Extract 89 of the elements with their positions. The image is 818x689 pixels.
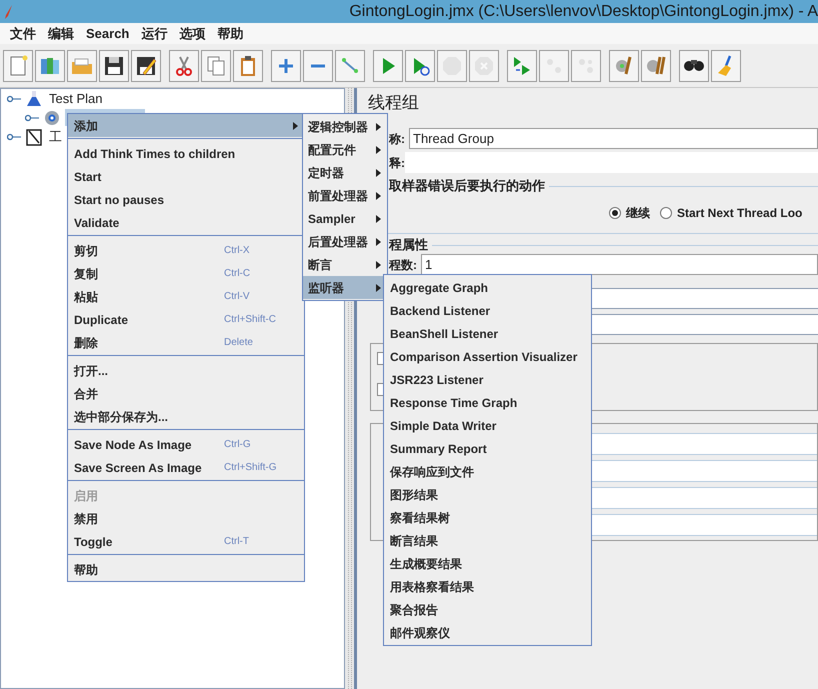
text-field[interactable] [592,460,817,482]
menu[interactable]: Search [80,24,136,44]
menu-item[interactable]: Validate [68,211,304,234]
menu-item[interactable]: 用表格察看结果 [384,575,591,598]
group-title: 程属性 [389,236,428,254]
field-label: 释: [389,154,405,172]
menu-item[interactable]: Sampler [303,207,387,230]
menu-item[interactable]: 生成概要结果 [384,552,591,575]
menu-item[interactable]: Start no pauses [68,188,304,211]
menu-item[interactable]: 邮件观察仪 [384,621,591,644]
menu-item[interactable]: 合并 [68,382,304,405]
toolbar-button[interactable] [233,50,263,82]
group-title: 取样器错误后要执行的动作 [389,177,545,196]
text-field[interactable] [592,514,817,536]
tree-handle-icon[interactable] [7,94,21,104]
text-field[interactable] [592,487,817,509]
menu-item[interactable]: 帮助 [68,558,304,581]
submenu-arrow-icon [376,214,381,222]
menu-item[interactable]: JSR223 Listener [384,368,591,391]
submenu-arrow-icon [376,260,381,268]
radio-button[interactable]: 继续 [609,204,650,222]
menu-item[interactable]: 逻辑控制器 [303,115,387,138]
field-label: 称: [389,130,405,148]
menu-item[interactable]: 打开... [68,359,304,382]
menu-item[interactable]: 剪切 Ctrl-X [68,239,304,262]
menu-item[interactable]: 添加 [68,114,304,137]
menu-item[interactable]: Backend Listener [384,299,591,322]
submenu-arrow-icon [376,192,381,200]
menu-item[interactable]: 前置处理器 [303,184,387,207]
menu[interactable]: 文件 [4,24,42,44]
notepad-icon [25,128,43,146]
menu-item[interactable]: 后置处理器 [303,230,387,253]
menu-item[interactable]: 选中部分保存为... [68,405,304,428]
menu-item[interactable]: Add Think Times to children [68,142,304,165]
menu-item[interactable]: Duplicate Ctrl+Shift-C [68,308,304,331]
tree-item[interactable]: 工 [47,126,64,146]
tree-handle-icon[interactable] [25,112,39,122]
menu-item[interactable]: 禁用 [68,507,304,530]
text-field[interactable] [592,314,818,335]
field-label: 程数: [389,256,417,274]
panel-title: 线程组 [368,94,419,112]
menu-item[interactable]: Simple Data Writer [384,414,591,437]
menu-item[interactable]: Start [68,165,304,188]
text-field[interactable] [592,288,818,309]
menu[interactable]: 编辑 [42,24,80,44]
menu-item[interactable]: Save Node As Image Ctrl-G [68,433,304,456]
text-field[interactable]: 1 [421,254,818,275]
menu-item[interactable]: Summary Report [384,437,591,460]
text-field[interactable] [592,433,817,455]
toolbar-button[interactable] [679,50,709,82]
binoculars-icon [684,60,704,71]
submenu-arrow-icon [376,238,381,246]
window-title: GintongLogin.jmx (C:\Users\lenvov\Desktop\GintongLogin.jmx) - A [349,2,818,22]
menu[interactable]: 运行 [135,24,174,44]
feather-icon [4,4,14,18]
menu-item[interactable]: 粘贴 Ctrl-V [68,285,304,308]
menu-item[interactable]: 复制 Ctrl-C [68,262,304,285]
minus-icon [310,64,326,68]
menu-item[interactable]: 断言结果 [384,529,591,552]
menu-item[interactable]: BeanShell Listener [384,322,591,345]
submenu-arrow-icon [376,122,381,130]
toolbar-button[interactable] [131,50,161,82]
text-field[interactable]: Thread Group [409,128,818,149]
menu-item[interactable]: 图形结果 [384,483,591,506]
checkbox[interactable] [377,352,383,365]
menu-item[interactable]: 察看结果树 [384,506,591,529]
menu-item[interactable]: Aggregate Graph [384,276,591,299]
tree-item[interactable]: Test Plan [47,88,104,108]
submenu-arrow-icon [376,168,381,176]
menu-item[interactable]: 配置元件 [303,138,387,161]
gear-icon [43,108,61,126]
tree-handle-icon[interactable] [7,132,21,142]
submenu-arrow-icon [376,284,381,292]
menu-item[interactable]: 删除 Delete [68,331,304,354]
radio-button[interactable]: Start Next Thread Loo [660,204,802,222]
menu-item[interactable]: Toggle Ctrl-T [68,530,304,553]
submenu-arrow-icon [376,146,381,154]
menu-item[interactable]: 断言 [303,253,387,276]
menu-item[interactable]: Comparison Assertion Visualizer [384,345,591,368]
menu[interactable]: 选项 [173,24,212,44]
menu-item[interactable]: 保存响应到文件 [384,460,591,483]
flask-icon [25,90,43,108]
checkbox[interactable] [377,383,383,396]
toolbar-button[interactable] [99,50,129,82]
menu-item[interactable]: Response Time Graph [384,391,591,414]
menu-item[interactable]: 聚合报告 [384,598,591,621]
menu-item[interactable]: 定时器 [303,161,387,184]
menu[interactable]: 帮助 [211,24,250,44]
menu-item[interactable]: Save Screen As Image Ctrl+Shift-G [68,456,304,479]
